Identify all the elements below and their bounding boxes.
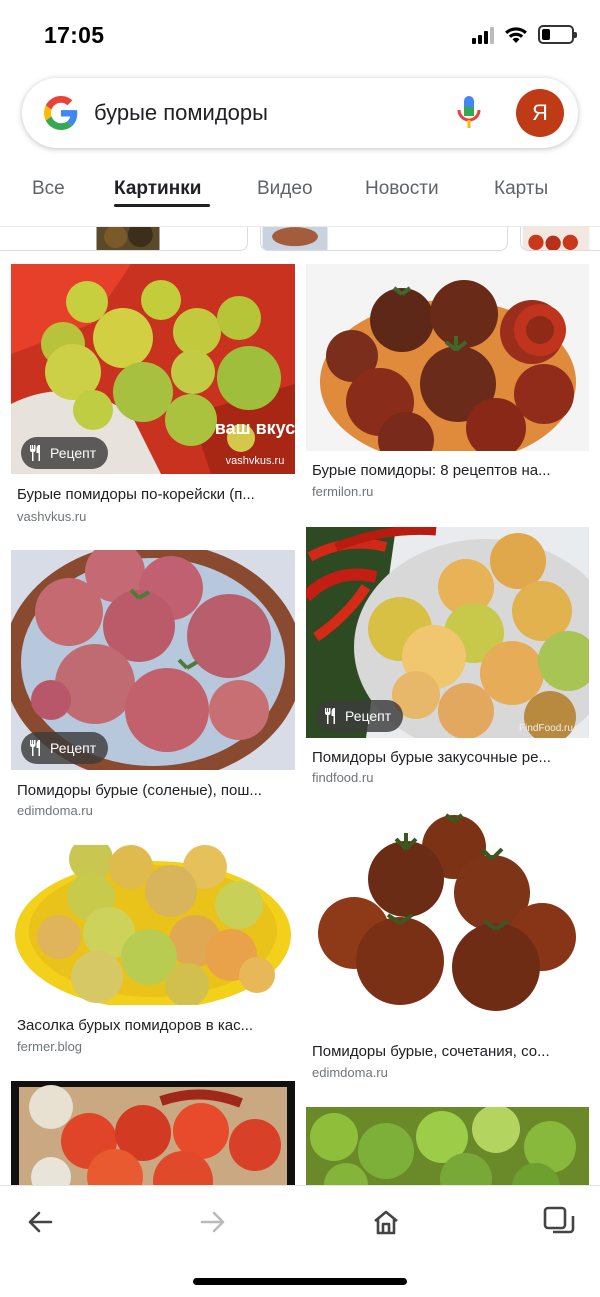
tab-video[interactable]: Видео: [257, 178, 313, 200]
source-watermark-url: vashvkus.ru: [226, 455, 285, 467]
related-chip[interactable]: [520, 227, 600, 251]
recipe-badge: Рецепт: [21, 732, 109, 764]
forward-arrow-icon: [200, 1211, 225, 1233]
home-icon: [374, 1210, 398, 1235]
recipe-utensils-icon: [325, 708, 335, 724]
result-thumbnail[interactable]: ваш вкус vashvkus.ru Рецепт: [11, 264, 295, 474]
account-avatar[interactable]: Я: [516, 89, 564, 137]
result-source: vashvkus.ru: [17, 509, 87, 524]
result-title[interactable]: Бурые помидоры по-корейски (п...: [17, 486, 293, 503]
image-result[interactable]: Рецепт Помидоры бурые (соленые), пош... …: [11, 550, 295, 820]
image-result[interactable]: Помидоры бурые, сочетания, со... edimdom…: [306, 813, 589, 1083]
result-title[interactable]: Помидоры бурые (соленые), пош...: [17, 782, 293, 799]
search-input[interactable]: бурые помидоры: [94, 100, 268, 126]
search-bar[interactable]: бурые помидоры Я: [22, 78, 578, 148]
image-result[interactable]: Бурые помидоры: 8 рецептов на... fermilo…: [306, 264, 589, 504]
home-indicator: [193, 1278, 407, 1285]
home-button[interactable]: [366, 1202, 406, 1242]
result-thumbnail[interactable]: FindFood.ru Рецепт: [306, 527, 589, 738]
result-source: findfood.ru: [312, 770, 374, 785]
recipe-utensils-icon: [30, 445, 40, 461]
result-source: edimdoma.ru: [17, 803, 93, 818]
tab-maps[interactable]: Карты: [494, 178, 548, 200]
tab-all[interactable]: Все: [32, 178, 65, 200]
source-watermark: ваш вкус: [215, 418, 295, 438]
result-title[interactable]: Засолка бурых помидоров в кас...: [17, 1017, 293, 1034]
forward-button[interactable]: [193, 1202, 233, 1242]
related-chip[interactable]: [260, 227, 508, 251]
result-title[interactable]: Бурые помидоры: 8 рецептов на...: [312, 462, 588, 479]
back-arrow-icon: [28, 1211, 53, 1233]
tabs-icon: [543, 1206, 575, 1234]
recipe-badge-label: Рецепт: [50, 445, 97, 461]
result-thumbnail[interactable]: [306, 264, 589, 451]
recipe-utensils-icon: [30, 740, 40, 756]
recipe-badge: Рецепт: [21, 437, 109, 469]
active-tab-indicator: [114, 204, 210, 207]
recipe-badge-label: Рецепт: [50, 740, 97, 756]
related-searches-strip: [0, 227, 600, 253]
back-button[interactable]: [20, 1202, 60, 1242]
related-chip[interactable]: [0, 227, 248, 251]
result-thumbnail[interactable]: [306, 1107, 589, 1185]
result-source: fermer.blog: [17, 1039, 83, 1054]
image-result[interactable]: FindFood.ru Рецепт Помидоры бурые закусо…: [306, 527, 589, 797]
image-result[interactable]: [11, 1081, 295, 1185]
recipe-badge-label: Рецепт: [345, 708, 392, 724]
image-result[interactable]: [306, 1107, 589, 1185]
status-time: 17:05: [44, 22, 105, 48]
search-tabs: Все Картинки Видео Новости Карты: [0, 160, 600, 216]
result-thumbnail[interactable]: [306, 813, 589, 1031]
mic-icon[interactable]: [454, 94, 484, 132]
tab-news[interactable]: Новости: [365, 178, 439, 200]
status-icons: [472, 25, 577, 44]
result-thumbnail[interactable]: [11, 1081, 295, 1185]
tabs-button[interactable]: [539, 1202, 579, 1242]
result-source: fermilon.ru: [312, 484, 374, 499]
wifi-icon: [505, 26, 527, 43]
tab-images[interactable]: Картинки: [114, 178, 201, 200]
result-thumbnail[interactable]: Рецепт: [11, 550, 295, 770]
result-source: edimdoma.ru: [312, 1065, 388, 1080]
source-watermark: FindFood.ru: [519, 723, 573, 734]
image-result[interactable]: ваш вкус vashvkus.ru Рецепт Бурые помидо…: [11, 264, 295, 534]
image-result[interactable]: Засолка бурых помидоров в кас... fermer.…: [11, 845, 295, 1065]
result-title[interactable]: Помидоры бурые закусочные ре...: [312, 749, 588, 766]
result-title[interactable]: Помидоры бурые, сочетания, со...: [312, 1043, 588, 1060]
recipe-badge: Рецепт: [316, 700, 404, 732]
battery-icon: [538, 25, 577, 44]
status-bar: 17:05: [0, 0, 600, 70]
result-thumbnail[interactable]: [11, 845, 295, 1005]
google-logo-icon: [44, 96, 78, 130]
signal-icon: [472, 26, 494, 44]
